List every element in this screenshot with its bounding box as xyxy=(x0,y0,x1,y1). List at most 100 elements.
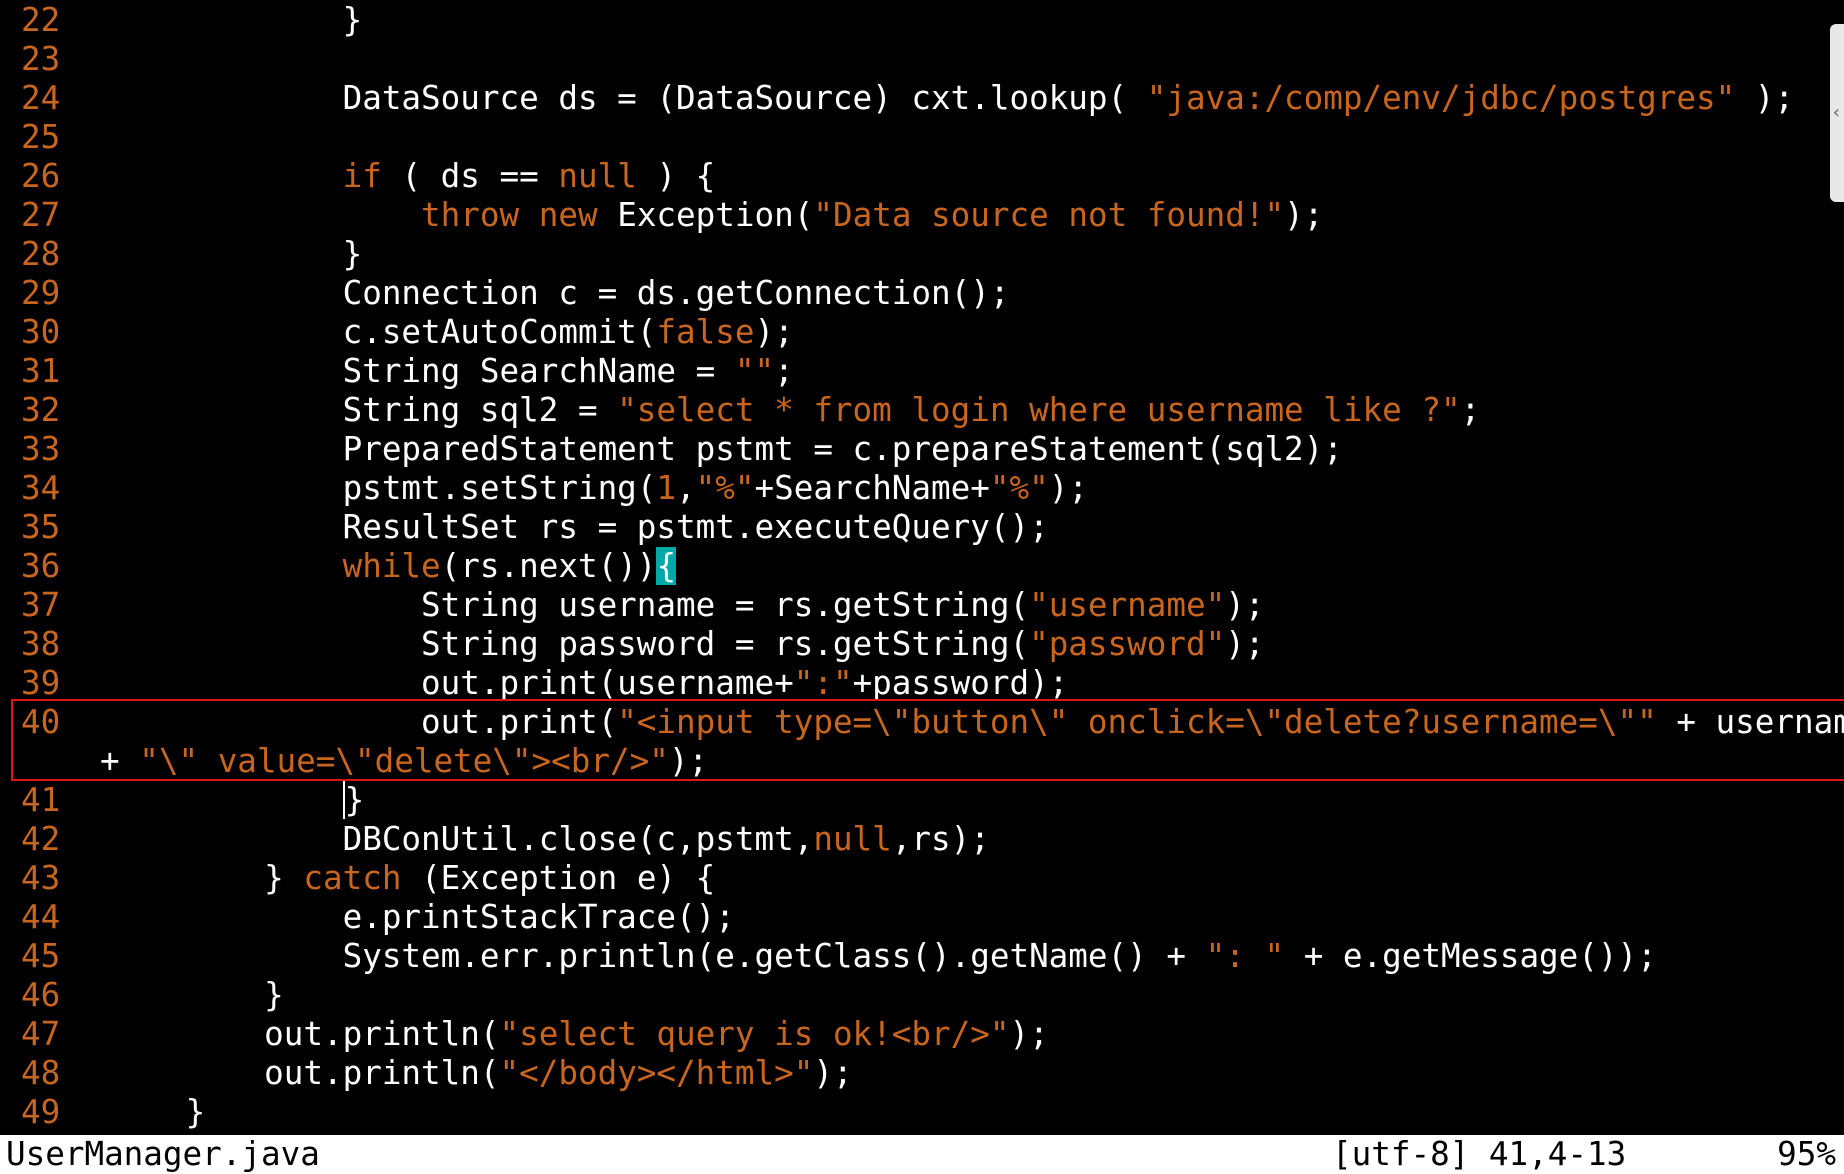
code-token: Connection c = ds.getConnection(); xyxy=(68,274,1010,312)
line-code: DBConUtil.close(c,pstmt,null,rs); xyxy=(68,820,990,858)
line-code: System.err.println(e.getClass().getName(… xyxy=(68,937,1657,975)
code-line[interactable]: 27 throw new Exception("Data source not … xyxy=(0,196,1323,235)
code-token: +SearchName+ xyxy=(754,469,990,507)
code-token: ); xyxy=(1284,196,1324,234)
code-line[interactable]: 26 if ( ds == null ) { xyxy=(0,157,715,196)
code-token: System.err.println(e.getClass().getName(… xyxy=(68,937,1206,975)
code-line[interactable]: 22 } xyxy=(0,1,362,40)
code-token: ( ds == xyxy=(381,157,559,195)
line-code: while(rs.next()){ xyxy=(68,547,677,585)
string-token: "" xyxy=(734,352,775,390)
code-line[interactable]: 25 xyxy=(0,118,68,157)
cursor-match-bracket: } xyxy=(342,781,365,819)
keyword-token: 1 xyxy=(656,469,677,507)
string-token: "Data source not found!" xyxy=(813,196,1285,234)
code-line[interactable]: 29 Connection c = ds.getConnection(); xyxy=(0,274,1009,313)
code-token: , xyxy=(676,469,696,507)
code-token: + username xyxy=(1676,703,1844,741)
code-token: DataSource ds = (DataSource) cxt.lookup( xyxy=(68,79,1147,117)
code-token: pstmt.setString( xyxy=(68,469,657,507)
keyword-token: while xyxy=(342,547,441,585)
line-code: + "\" value=\"delete\"><br/>"); xyxy=(100,742,708,780)
code-line[interactable]: 40 out.print("<input type=\"button\" onc… xyxy=(0,703,1844,742)
code-line[interactable]: 49 } xyxy=(0,1093,205,1132)
line-code: } catch (Exception e) { xyxy=(68,859,715,897)
code-line[interactable]: 30 c.setAutoCommit(false); xyxy=(0,313,794,352)
string-token: ":" xyxy=(793,664,853,702)
keyword-token: catch xyxy=(303,859,402,897)
string-token: "<input type=\"button\" onclick=\"delete… xyxy=(617,703,1657,741)
code-line[interactable]: 35 ResultSet rs = pstmt.executeQuery(); xyxy=(0,508,1049,547)
code-line[interactable]: 24 DataSource ds = (DataSource) cxt.look… xyxy=(0,79,1794,118)
line-code: } xyxy=(68,1,363,39)
code-line[interactable]: 33 PreparedStatement pstmt = c.prepareSt… xyxy=(0,430,1343,469)
keyword-token: throw xyxy=(421,196,520,234)
code-line[interactable]: 34 pstmt.setString(1,"%"+SearchName+"%")… xyxy=(0,469,1088,508)
line-number: 42 xyxy=(21,820,61,858)
code-editor[interactable]: 22 } 23 24 DataSource ds = (DataSource) cx… xyxy=(0,0,1844,1135)
line-code: out.print(username+":"+password); xyxy=(68,664,1068,702)
code-line[interactable]: 41 } xyxy=(0,781,365,820)
code-line[interactable]: 28 } xyxy=(0,235,362,274)
line-code: DataSource ds = (DataSource) cxt.lookup(… xyxy=(68,79,1794,117)
line-code: String sql2 = "select * from login where… xyxy=(68,391,1481,429)
code-token: ); xyxy=(1009,1015,1049,1053)
code-line[interactable]: 45 System.err.println(e.getClass().getNa… xyxy=(0,937,1657,976)
string-token: "password" xyxy=(1029,625,1226,663)
keyword-token: null xyxy=(813,820,892,858)
line-number: 23 xyxy=(21,40,61,78)
code-token: Exception( xyxy=(597,196,814,234)
code-token: ); xyxy=(1735,79,1795,117)
line-number: 26 xyxy=(21,157,61,195)
code-line[interactable]: 37 String username = rs.getString("usern… xyxy=(0,586,1264,625)
code-token: } xyxy=(68,1,363,39)
line-code: } xyxy=(68,1093,206,1131)
code-token: ResultSet rs = pstmt.executeQuery(); xyxy=(68,508,1049,546)
code-token: ); xyxy=(813,1054,853,1092)
line-code: String SearchName = ""; xyxy=(68,352,794,390)
line-code: out.println("</body></html>"); xyxy=(68,1054,853,1092)
code-line[interactable]: 38 String password = rs.getString("passw… xyxy=(0,625,1264,664)
code-line[interactable]: 47 out.println("select query is ok!<br/>… xyxy=(0,1015,1049,1054)
code-line[interactable]: 32 String sql2 = "select * from login wh… xyxy=(0,391,1480,430)
code-token: } xyxy=(68,1093,206,1131)
code-token: ; xyxy=(1460,391,1481,429)
code-token: +password); xyxy=(852,664,1069,702)
line-number: 43 xyxy=(21,859,61,897)
line-number: 34 xyxy=(21,469,61,507)
string-token: ": " xyxy=(1205,937,1285,975)
line-number: 32 xyxy=(21,391,61,429)
line-number: 28 xyxy=(21,235,61,273)
code-line[interactable]: 42 DBConUtil.close(c,pstmt,null,rs); xyxy=(0,820,990,859)
code-line[interactable]: + "\" value=\"delete\"><br/>"); xyxy=(0,742,708,781)
code-token: ; xyxy=(774,352,794,390)
code-line[interactable]: 46 } xyxy=(0,976,284,1015)
code-line[interactable]: 48 out.println("</body></html>"); xyxy=(0,1054,853,1093)
line-number: 40 xyxy=(21,703,61,741)
string-token: "select * from login where username like… xyxy=(617,391,1461,429)
code-line[interactable]: 31 String SearchName = ""; xyxy=(0,352,794,391)
code-line[interactable]: 39 out.print(username+":"+password); xyxy=(0,664,1068,703)
code-token: ); xyxy=(1225,586,1265,624)
code-token: ); xyxy=(1225,625,1265,663)
code-token: ); xyxy=(754,313,794,351)
line-number: 49 xyxy=(21,1093,61,1131)
code-line[interactable]: 43 } catch (Exception e) { xyxy=(0,859,715,898)
line-code: if ( ds == null ) { xyxy=(68,157,716,195)
code-line[interactable]: 23 xyxy=(0,40,68,79)
code-line[interactable]: 36 while(rs.next()){ xyxy=(0,547,677,586)
keyword-token: false xyxy=(656,313,755,351)
line-number: 25 xyxy=(21,118,61,156)
code-token: ); xyxy=(1048,469,1088,507)
line-code: out.println("select query is ok!<br/>"); xyxy=(68,1015,1049,1053)
status-scroll-percent: 95% xyxy=(1777,1135,1836,1173)
code-token: ) { xyxy=(636,157,716,195)
line-code: Connection c = ds.getConnection(); xyxy=(68,274,1010,312)
line-number: 24 xyxy=(21,79,61,117)
code-line[interactable]: 44 e.printStackTrace(); xyxy=(0,898,735,937)
scroll-arrow-icon[interactable]: ‹ xyxy=(1831,104,1842,122)
keyword-token: null xyxy=(558,157,637,195)
